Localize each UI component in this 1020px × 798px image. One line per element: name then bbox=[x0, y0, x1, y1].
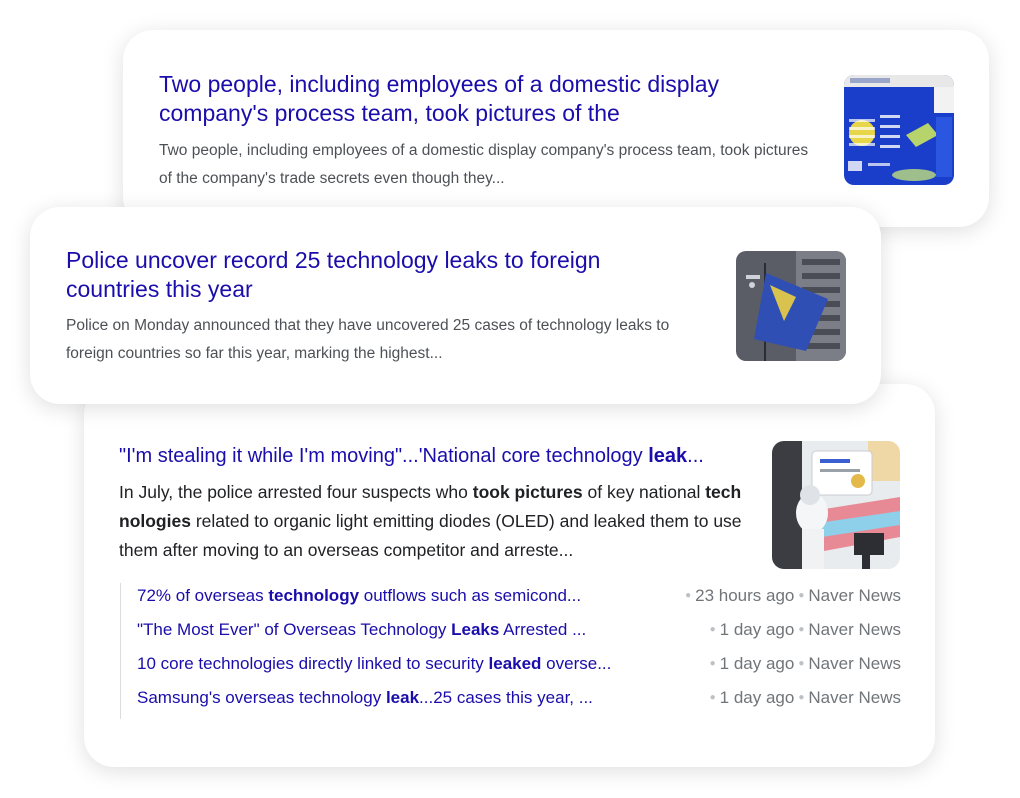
related-title-highlight: technology bbox=[268, 586, 360, 605]
related-article-meta: ● 1 day ago ● Naver News bbox=[706, 685, 901, 711]
featured-title-post: ... bbox=[687, 445, 704, 467]
featured-title-pre: "I'm stealing it while I'm moving"...'Na… bbox=[119, 445, 649, 467]
related-article-time: 1 day ago bbox=[719, 654, 795, 673]
dot-separator-icon: ● bbox=[685, 590, 692, 601]
related-title-highlight: Leaks bbox=[451, 620, 500, 639]
related-title-part: "The Most Ever" of Overseas Technology bbox=[137, 620, 452, 639]
related-title-part: Samsung's overseas technology bbox=[137, 688, 386, 707]
related-title-part: Arrested ... bbox=[499, 620, 587, 639]
related-title-highlight: leaked bbox=[488, 654, 542, 673]
related-article-row: "The Most Ever" of Overseas Technology L… bbox=[121, 617, 901, 651]
dot-separator-icon: ● bbox=[798, 658, 805, 669]
related-article-meta: ● 23 hours ago ● Naver News bbox=[681, 583, 901, 609]
related-article-row: Samsung's overseas technology leak...25 … bbox=[121, 685, 901, 719]
related-article-source: Naver News bbox=[808, 586, 901, 605]
related-articles-list: 72% of overseas technology outflows such… bbox=[120, 583, 901, 719]
related-title-part: outflows such as semicond... bbox=[359, 586, 582, 605]
related-title-part: 10 core technologies directly linked to … bbox=[137, 654, 489, 673]
related-article-row: 10 core technologies directly linked to … bbox=[121, 651, 901, 685]
featured-news-snippet: In July, the police arrested four suspec… bbox=[119, 478, 751, 565]
news-card-1-title[interactable]: Two people, including employees of a dom… bbox=[159, 70, 779, 128]
related-article-source: Naver News bbox=[808, 688, 901, 707]
news-card-2: Police uncover record 25 technology leak… bbox=[30, 207, 881, 404]
news-card-2-title[interactable]: Police uncover record 25 technology leak… bbox=[66, 246, 666, 304]
dot-separator-icon: ● bbox=[709, 658, 716, 669]
featured-news-thumbnail[interactable] bbox=[772, 441, 900, 569]
related-title-part: ...25 cases this year, ... bbox=[419, 688, 593, 707]
snippet-highlight: took pictures bbox=[472, 482, 583, 502]
snippet-part: In July, the police arrested four suspec… bbox=[119, 482, 473, 502]
dot-separator-icon: ● bbox=[798, 590, 805, 601]
news-card-1-snippet: Two people, including employees of a dom… bbox=[159, 142, 809, 187]
dot-separator-icon: ● bbox=[709, 624, 716, 635]
related-article-title[interactable]: Samsung's overseas technology leak...25 … bbox=[137, 685, 667, 711]
news-card-1: Two people, including employees of a dom… bbox=[123, 30, 989, 227]
featured-news-card: "I'm stealing it while I'm moving"...'Na… bbox=[84, 384, 935, 767]
related-article-source: Naver News bbox=[808, 620, 901, 639]
dot-separator-icon: ● bbox=[709, 692, 716, 703]
related-title-part: overse... bbox=[541, 654, 612, 673]
featured-news-title[interactable]: "I'm stealing it while I'm moving"...'Na… bbox=[119, 441, 759, 471]
news-card-1-thumbnail[interactable] bbox=[844, 75, 954, 185]
related-title-highlight: leak bbox=[385, 688, 420, 707]
related-article-meta: ● 1 day ago ● Naver News bbox=[706, 651, 901, 677]
news-card-2-thumbnail[interactable] bbox=[736, 251, 846, 361]
related-article-title[interactable]: 10 core technologies directly linked to … bbox=[137, 651, 667, 677]
related-article-title[interactable]: 72% of overseas technology outflows such… bbox=[137, 583, 667, 609]
dot-separator-icon: ● bbox=[798, 624, 805, 635]
news-card-2-snippet: Police on Monday announced that they hav… bbox=[66, 317, 670, 362]
snippet-part: of key national bbox=[582, 482, 706, 502]
related-title-part: 72% of overseas bbox=[137, 586, 269, 605]
dot-separator-icon: ● bbox=[798, 692, 805, 703]
snippet-part: related to organic light emitting diodes… bbox=[119, 511, 742, 560]
related-article-time: 1 day ago bbox=[719, 620, 795, 639]
related-article-row: 72% of overseas technology outflows such… bbox=[121, 583, 901, 617]
featured-title-highlight: leak bbox=[648, 445, 688, 467]
related-article-time: 23 hours ago bbox=[695, 586, 795, 605]
related-article-title[interactable]: "The Most Ever" of Overseas Technology L… bbox=[137, 617, 667, 643]
related-article-time: 1 day ago bbox=[719, 688, 795, 707]
related-article-source: Naver News bbox=[808, 654, 901, 673]
related-article-meta: ● 1 day ago ● Naver News bbox=[706, 617, 901, 643]
